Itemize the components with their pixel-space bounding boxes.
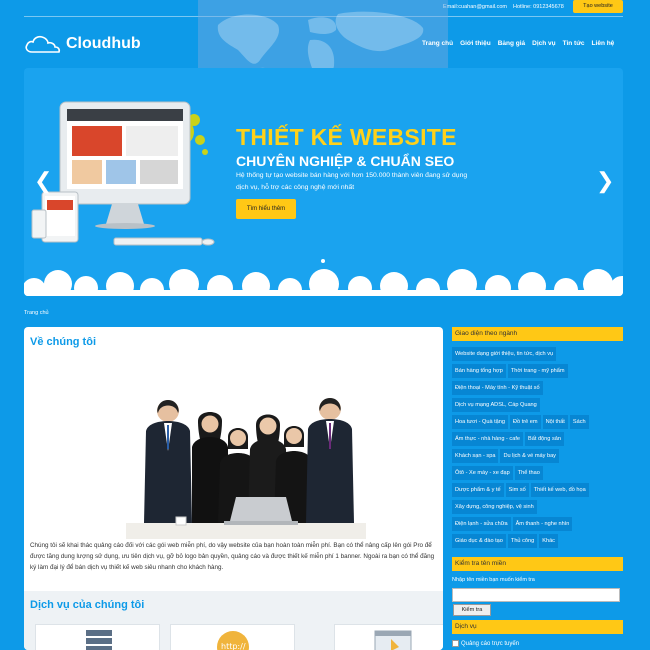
- http-icon: http://: [217, 631, 249, 650]
- theme-tag[interactable]: Thể thao: [514, 466, 543, 480]
- domain-input[interactable]: [452, 588, 620, 602]
- theme-tag[interactable]: Âm thanh - nghe nhìn: [512, 517, 573, 531]
- computer-illustration: [31, 101, 215, 246]
- theme-tag-row: Bán hàng tổng hợp Thời trang - mỹ phẩm: [452, 364, 623, 381]
- domain-check-button[interactable]: Kiểm tra: [453, 604, 491, 616]
- theme-tag[interactable]: Ẩm thực - nhà hàng - cafe: [452, 432, 523, 446]
- theme-tag[interactable]: Nội thất: [542, 415, 568, 429]
- theme-tag-row: Dược phẩm & y tế Sim số Thiết kế web, đồ h…: [452, 483, 623, 500]
- cloud-logo-icon: [25, 35, 61, 53]
- theme-tag[interactable]: Sim số: [505, 483, 529, 497]
- nav-item-about[interactable]: Giới thiệu: [460, 40, 491, 47]
- theme-tag-row: Ôtô - Xe máy - xe đạp Thể thao: [452, 466, 623, 483]
- domain-check-header: Kiểm tra tên miền: [452, 557, 623, 571]
- theme-tag-row: Website dạng giới thiệu, tin tức, dịch v…: [452, 347, 623, 364]
- theme-tag[interactable]: Thủ công: [507, 534, 538, 548]
- service-card[interactable]: http://: [170, 624, 295, 650]
- checkbox-icon[interactable]: [452, 640, 459, 647]
- theme-tag-row: Dịch vụ mạng ADSL, Cáp Quang: [452, 398, 623, 415]
- theme-tag[interactable]: Bất động sản: [525, 432, 564, 446]
- learn-more-button[interactable]: Tìm hiểu thêm: [236, 199, 296, 219]
- server-icon: [86, 630, 112, 650]
- services-title: Dịch vụ của chúng tôi: [30, 599, 145, 611]
- service-card[interactable]: [334, 624, 443, 650]
- browser-icon: [374, 630, 412, 650]
- theme-tag[interactable]: Du lịch & vé máy bay: [500, 449, 559, 463]
- create-website-button[interactable]: Tạo website: [573, 0, 623, 13]
- theme-tag-row: Xây dựng, công nghiệp, vệ sinh: [452, 500, 623, 517]
- hero-slider: THIẾT KẾ WEBSITE CHUYÊN NGHIỆP & CHUẨN S…: [24, 68, 623, 296]
- theme-tag[interactable]: Website dạng giới thiệu, tin tức, dịch v…: [452, 347, 557, 361]
- brand-name: Cloudhub: [66, 35, 141, 52]
- theme-tag-row: Ẩm thực - nhà hàng - cafe Bất động sản: [452, 432, 623, 449]
- theme-tag[interactable]: Dược phẩm & y tế: [452, 483, 504, 497]
- service-option-label: Quảng cáo trực tuyến: [461, 640, 520, 647]
- theme-tag[interactable]: Ôtô - Xe máy - xe đạp: [452, 466, 513, 480]
- theme-tag[interactable]: Dịch vụ mạng ADSL, Cáp Quang: [452, 398, 540, 412]
- nav-item-services[interactable]: Dịch vụ: [532, 40, 555, 47]
- theme-tag[interactable]: Điện thoại - Máy tính - Kỹ thuật số: [452, 381, 543, 395]
- breadcrumb[interactable]: Trang chủ: [24, 310, 49, 316]
- theme-tag[interactable]: Điện lạnh - sửa chữa: [452, 517, 511, 531]
- services-section: Dịch vụ của chúng tôi http://: [24, 591, 443, 650]
- main-nav: Trang chủ Giới thiệu Bảng giá Dịch vụ Ti…: [422, 40, 621, 47]
- contact-hotline: Hotline: 0912345678: [513, 4, 564, 10]
- about-panel: Về chúng tôi Chúng tôi sẽ khai thác quản…: [24, 327, 443, 650]
- slider-next-icon[interactable]: ❯: [596, 170, 614, 192]
- services-sidebar-header: Dịch vụ: [452, 620, 623, 634]
- theme-tag[interactable]: Thiết kế web, đồ họa: [530, 483, 589, 497]
- theme-tag[interactable]: Khác: [539, 534, 558, 548]
- theme-tag[interactable]: Khách sạn - spa: [452, 449, 499, 463]
- slider-dot[interactable]: [321, 259, 325, 263]
- theme-tag[interactable]: Giáo dục & đào tạo: [452, 534, 506, 548]
- clouds-decoration: [24, 269, 623, 296]
- nav-item-news[interactable]: Tin tức: [563, 40, 585, 47]
- brand-logo[interactable]: Cloudhub: [24, 33, 141, 55]
- about-title: Về chúng tôi: [30, 336, 96, 348]
- slider-prev-icon[interactable]: ❮: [34, 170, 52, 192]
- team-photo: [126, 398, 366, 539]
- service-card[interactable]: [35, 624, 160, 650]
- themes-header: Giao diện theo ngành: [452, 327, 623, 341]
- theme-tag[interactable]: Thời trang - mỹ phẩm: [507, 364, 568, 378]
- theme-tag-row: Điện thoại - Máy tính - Kỹ thuật số: [452, 381, 623, 398]
- nav-item-pricing[interactable]: Bảng giá: [498, 40, 525, 47]
- nav-item-home[interactable]: Trang chủ: [422, 40, 453, 47]
- slide-title: THIẾT KẾ WEBSITE: [236, 124, 457, 150]
- theme-tags: Website dạng giới thiệu, tin tức, dịch v…: [452, 347, 623, 551]
- theme-tag[interactable]: Đồ trẻ em: [510, 415, 541, 429]
- theme-tag[interactable]: Xây dựng, công nghiệp, vệ sinh: [452, 500, 537, 514]
- theme-tag-row: Giáo dục & đào tạo Thủ công Khác: [452, 534, 623, 551]
- theme-tag-row: Hoa tươi - Quà tặng Đồ trẻ em Nội thất Sách: [452, 415, 623, 432]
- nav-item-contact[interactable]: Liên hệ: [592, 40, 615, 47]
- slide-description: Hệ thống tự tạo website bán hàng với hơn…: [236, 172, 468, 191]
- domain-input-label: Nhập tên miền bạn muốn kiểm tra: [452, 577, 535, 583]
- contact-email[interactable]: Email:cuahan@gmail.com: [443, 4, 507, 10]
- svg-text:http://: http://: [221, 642, 246, 650]
- theme-tag-row: Khách sạn - spa Du lịch & vé máy bay: [452, 449, 623, 466]
- service-option[interactable]: Quảng cáo trực tuyến: [452, 640, 519, 647]
- theme-tag[interactable]: Sách: [569, 415, 589, 429]
- theme-tag-row: Điện lạnh - sửa chữa Âm thanh - nghe nhìn: [452, 517, 623, 534]
- theme-tag[interactable]: Hoa tươi - Quà tặng: [452, 415, 509, 429]
- slide-subtitle: CHUYÊN NGHIỆP & CHUẨN SEO: [236, 153, 455, 169]
- about-text: Chúng tôi sẽ khai thác quảng cáo đối với…: [30, 542, 435, 571]
- theme-tag[interactable]: Bán hàng tổng hợp: [452, 364, 506, 378]
